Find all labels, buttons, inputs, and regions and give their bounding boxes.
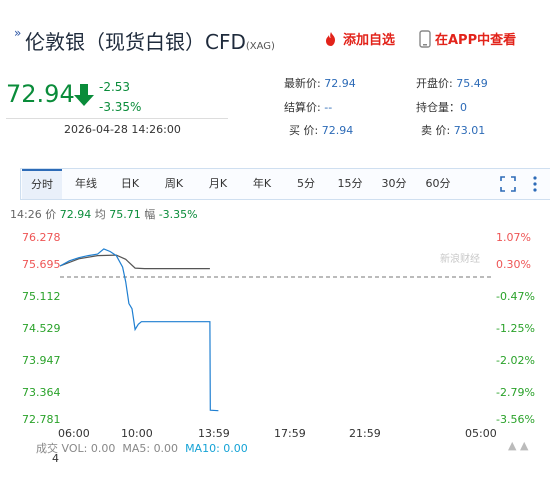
x-tick: 21:59 [349,427,381,440]
x-tick: 10:00 [121,427,153,440]
price-line [59,248,219,412]
collapse-arrows-icon[interactable]: ▲ ▲ [508,439,528,452]
x-tick: 17:59 [274,427,306,440]
watermark: 新浪财经 [440,252,480,265]
x-tick: 06:00 [58,427,90,440]
x-tick: 05:00 [465,427,497,440]
intraday-chart[interactable]: 新浪财经 [0,0,550,487]
x-tick: 13:59 [198,427,230,440]
volume-bar: 成交 VOL: 0.00 MA5: 0.00 MA10: 0.00 [36,442,248,455]
volume-count: 4 [52,452,59,465]
